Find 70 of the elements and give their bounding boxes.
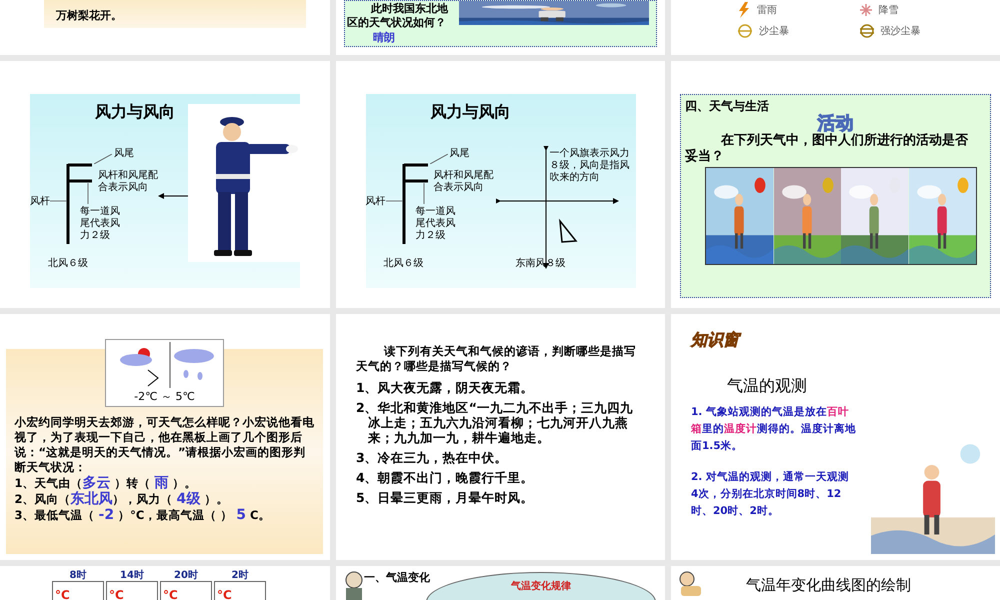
question-text: 此时我国东北地区的天气状况如何？	[347, 2, 449, 30]
wind-force-label: 每一道风尾代表风力２级	[416, 206, 456, 242]
temperature-unit: °C	[55, 588, 70, 600]
leader-line	[94, 154, 112, 164]
knowledge-text: 1. 气象站观测的气温是放在百叶箱里的温度计测得的。温度计离地面1.5米。	[691, 405, 856, 454]
temperature-unit: °C	[109, 588, 124, 600]
slide[interactable]: 四、天气与生活 活动 在下列天气中，图中人们所进行的活动是否妥当？	[671, 61, 1000, 308]
wind-direction-label: 风杆和风尾配合表示风向	[98, 170, 159, 194]
slide[interactable]: 万树梨花开。	[0, 0, 330, 55]
wind-direction-label: 风杆和风尾配合表示风向	[434, 170, 494, 194]
time-label: 20时	[174, 570, 198, 581]
slide-title: 风力与风向	[430, 100, 512, 122]
wind-tail-label: 风尾	[114, 146, 134, 160]
time-label: 2时	[232, 570, 248, 581]
sandstorm-icon	[737, 24, 753, 38]
lightning-icon	[737, 2, 751, 18]
answer-line: 3、最低气温（ -2 ）°C，最高气温（ ） 5 C。	[14, 507, 272, 523]
activity-title: 活动	[818, 115, 854, 133]
wind-flag-note: 一个风旗表示风力８级，风向是指风吹来的方向	[550, 148, 630, 184]
proverb-text: 2、华北和黄淮地区“一九二九不出手；三九四九冰上走；五九六九沿河看柳；七九河开八九燕来；九九加一九，耕牛遍地走。	[356, 400, 634, 445]
legend-label: 沙尘暴	[759, 24, 789, 38]
slide[interactable]: -2℃ ～ 5℃ 小宏约同学明天去郊游，可天气怎么样呢？小宏说他看电视了，为了表现一下自己，他在黑板上画了几个图形后说：“这就是明天的天气情况。”请根据小宏画的图形判断天气状况： 1、天气由（多云 ）转（ 雨 ）。 2、风向（东北风），风力（ 4级 ）。 3、最低气温（ -2 ）°C，最高气温（ ） 5 C。	[0, 314, 330, 560]
section-heading: 一、气温变化	[364, 570, 430, 586]
southeast-wind-caption: 东南风８级	[516, 256, 566, 270]
knowledge-logo: 知识窗	[691, 328, 739, 352]
north-wind-caption: 北风６级	[384, 256, 424, 270]
temperature-range: -2℃ ～ 5℃	[134, 390, 195, 403]
sandstorm-icon	[858, 24, 874, 38]
student-icon	[677, 570, 703, 598]
slide[interactable]: 此时我国东北地区的天气状况如何？ 晴朗	[336, 0, 665, 55]
time-label: 14时	[120, 570, 144, 581]
slide[interactable]: 8时 °C 14时 °C 20时 °C 2时 °C	[0, 566, 330, 600]
wind-staff-label: 风杆	[30, 194, 50, 208]
section-heading: 四、天气与生活	[685, 98, 770, 115]
slide[interactable]: 气温年变化曲线图的绘制	[671, 566, 1000, 600]
slide[interactable]: 知识窗 气温的观测 1. 气象站观测的气温是放在百叶箱里的温度计测得的。温度计离地面1.5米。 2. 对气温的观测，通常一天观测4次，分别在北京时间8时、12时、20时、2时。	[671, 314, 1000, 560]
slide[interactable]: 雷雨 降雪 沙尘暴 强沙尘暴	[671, 0, 1000, 55]
north-wind-caption: 北风６级	[48, 256, 88, 270]
leader-line	[430, 154, 448, 164]
slide-title: 气温年变化曲线图的绘制	[746, 575, 911, 596]
slide[interactable]: 风力与风向 风尾 风杆和风尾配合表示风向 风杆 每一道风尾代表风力２级 北风６级	[0, 61, 330, 308]
answer-line: 1、天气由（多云 ）转（ 雨 ）。	[14, 475, 198, 491]
slide[interactable]: 读下列有关天气和气候的谚语，判断哪些是描写天气的？哪些是描写气候的？ 1、风大夜无露，阴天夜无霜。 2、华北和黄淮地区“一九二九不出手；三九四九冰上走；五九六九沿河看柳；七九河开八九燕来；九九加一九，耕牛遍地走。 3、冷在三九，热在中伏。 4、朝霞不出门，晚霞行千里。 5、日晕三更雨，月晕午时风。	[336, 314, 665, 560]
temperature-unit: °C	[163, 588, 178, 600]
slide[interactable]: 一、气温变化 气温变化规律	[336, 566, 665, 600]
knowledge-text: 2. 对气温的观测，通常一天观测4次，分别在北京时间8时、12时、20时、2时。	[691, 470, 850, 519]
legend-label: 雷雨	[757, 4, 777, 18]
poem-line: 万树梨花开。	[56, 8, 122, 24]
snowflake-icon	[858, 3, 872, 17]
legend-label: 降雪	[878, 4, 898, 18]
answer-line: 2、风向（东北风），风力（ 4级 ）。	[14, 491, 230, 507]
proverb-text: 1、风大夜无露，阴天夜无霜。	[356, 380, 535, 395]
wind-staff-label: 风杆	[366, 194, 386, 208]
instruction-text: 读下列有关天气和气候的谚语，判断哪些是描写天气的？哪些是描写气候的？	[356, 344, 637, 374]
answer-text: 晴朗	[373, 30, 396, 46]
slide-title: 气温的观测	[727, 375, 807, 397]
story-text: 小宏约同学明天去郊游，可天气怎么样呢？小宏说他看电视了，为了表现一下自己，他在黑板上画了几个图形后说：“这就是明天的天气情况。”请根据小宏画的图形判断天气状况：	[14, 415, 314, 475]
note-title: 气温变化规律	[511, 579, 571, 594]
legend-label: 强沙尘暴	[880, 24, 920, 38]
time-label: 8时	[70, 570, 86, 581]
proverb-text: 4、朝霞不出门，晚霞行千里。	[356, 470, 535, 485]
proverb-text: 5、日晕三更雨，月晕午时风。	[356, 490, 535, 505]
arrow-icon	[158, 192, 188, 200]
proverb-text: 3、冷在三九，热在中伏。	[356, 450, 509, 465]
slide[interactable]: 风力与风向 风尾 风杆和风尾配合表示风向 风杆 每一道风尾代表风力２级 北风６级 一个风旗表示风力８级，风向是指风吹来的方向 东南风８级	[336, 61, 665, 308]
slide-title: 风力与风向	[94, 100, 176, 122]
wind-force-label: 每一道风尾代表风力２级	[80, 206, 121, 242]
question-text: 在下列天气中，图中人们所进行的活动是否妥当？	[685, 133, 969, 165]
temperature-unit: °C	[217, 588, 232, 600]
wind-tail-label: 风尾	[450, 146, 470, 160]
